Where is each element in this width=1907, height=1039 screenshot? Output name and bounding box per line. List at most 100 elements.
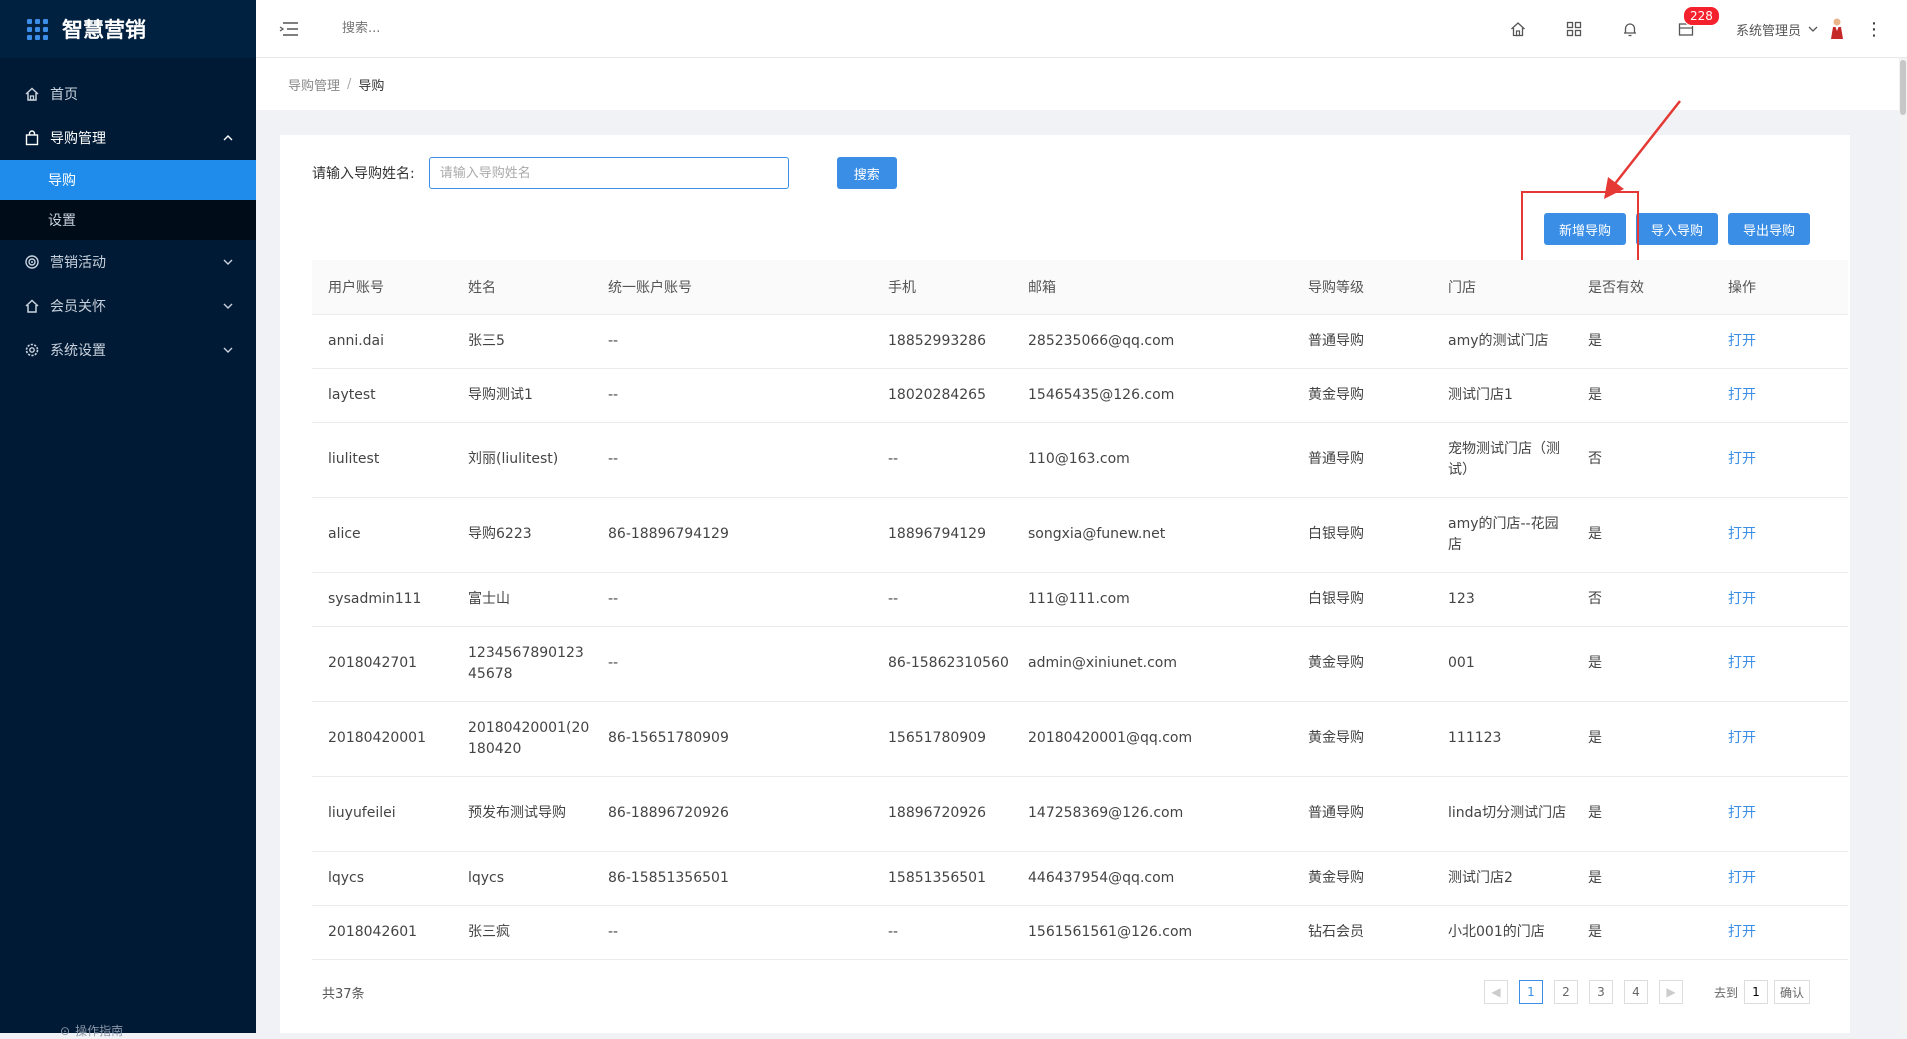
cell-account: 20180420001 bbox=[312, 701, 452, 777]
prev-page-icon[interactable]: ◀ bbox=[1483, 980, 1508, 1004]
cell-name: 刘丽(liulitest) bbox=[452, 422, 592, 498]
cell-level: 白银导购 bbox=[1292, 497, 1432, 573]
cell-unified: -- bbox=[592, 626, 872, 702]
operation-guide-link[interactable]: ⊙ 操作指南 bbox=[60, 1022, 123, 1039]
sidebar-item-member-care[interactable]: 会员关怀 bbox=[0, 284, 256, 328]
export-guide-button[interactable]: 导出导购 bbox=[1727, 213, 1810, 245]
page-scrollbar[interactable] bbox=[1899, 58, 1907, 1033]
sidebar-item-label: 会员关怀 bbox=[50, 299, 106, 315]
apps-grid-icon[interactable] bbox=[1565, 20, 1583, 38]
chevron-up-icon bbox=[222, 132, 234, 144]
user-menu[interactable]: 系统管理员 bbox=[1736, 17, 1845, 41]
page-button[interactable]: 3 bbox=[1588, 980, 1613, 1004]
action-buttons: 新增导购 导入导购 导出导购 bbox=[1534, 213, 1810, 245]
page-button[interactable]: 4 bbox=[1623, 980, 1648, 1004]
scrollbar-thumb[interactable] bbox=[1900, 60, 1906, 115]
sidebar-item-marketing[interactable]: 营销活动 bbox=[0, 240, 256, 284]
submenu-item-settings[interactable]: 设置 bbox=[0, 200, 256, 240]
more-vertical-icon[interactable]: ⋮ bbox=[1865, 19, 1883, 40]
cell-account: liuyufeilei bbox=[312, 776, 452, 852]
table-row: lqycs lqycs 86-15851356501 15851356501 4… bbox=[312, 851, 1848, 906]
column-header: 姓名 bbox=[452, 260, 592, 315]
cell-account: alice bbox=[312, 497, 452, 573]
open-link[interactable]: 打开 bbox=[1728, 387, 1756, 403]
header-search-input[interactable] bbox=[340, 20, 640, 37]
chevron-down-icon bbox=[222, 344, 234, 356]
cell-valid: 是 bbox=[1572, 776, 1712, 852]
name-search-input[interactable] bbox=[428, 157, 789, 189]
next-page-icon[interactable]: ▶ bbox=[1658, 980, 1683, 1004]
cell-phone: 86-15862310560 bbox=[872, 626, 1012, 702]
cell-name: 20180420001(20180420 bbox=[452, 701, 592, 777]
open-link[interactable]: 打开 bbox=[1728, 591, 1756, 607]
cell-phone: -- bbox=[872, 422, 1012, 498]
sidebar-item-system-settings[interactable]: 系统设置 bbox=[0, 328, 256, 372]
cell-email: 111@111.com bbox=[1012, 572, 1292, 627]
annotation-arrow-icon bbox=[1604, 100, 1681, 199]
open-link[interactable]: 打开 bbox=[1728, 870, 1756, 886]
sidebar-item-label: 首页 bbox=[50, 87, 78, 103]
menu-fold-icon[interactable] bbox=[278, 21, 300, 37]
open-link[interactable]: 打开 bbox=[1728, 451, 1756, 467]
cell-valid: 是 bbox=[1572, 314, 1712, 369]
cell-valid: 是 bbox=[1572, 905, 1712, 960]
sidebar-item-label: 营销活动 bbox=[50, 255, 106, 271]
user-name: 系统管理员 bbox=[1735, 23, 1801, 39]
sidebar-item-home[interactable]: 首页 bbox=[0, 72, 256, 116]
message-icon[interactable]: 228 bbox=[1677, 6, 1720, 38]
sidebar: 智慧营销 首页 导购管理 导购 设置 营销活动 会员关怀 系统设置 ⊙ 操作指南 bbox=[0, 0, 256, 1038]
submenu-item-guide[interactable]: 导购 bbox=[0, 160, 256, 200]
cell-valid: 是 bbox=[1572, 626, 1712, 702]
top-header: 228 系统管理员 ⋮ bbox=[256, 0, 1907, 58]
sidebar-nav: 首页 导购管理 导购 设置 营销活动 会员关怀 系统设置 bbox=[0, 72, 256, 372]
bag-icon bbox=[24, 130, 40, 146]
grid-logo-icon bbox=[27, 18, 48, 40]
house-icon bbox=[24, 298, 40, 314]
app-logo[interactable]: 智慧营销 bbox=[0, 0, 256, 58]
column-header: 操作 bbox=[1712, 260, 1848, 315]
open-link[interactable]: 打开 bbox=[1728, 655, 1756, 671]
cell-account: anni.dai bbox=[312, 314, 452, 369]
search-button[interactable]: 搜索 bbox=[836, 157, 897, 189]
sidebar-item-guide-management[interactable]: 导购管理 bbox=[0, 116, 256, 160]
table-row: 2018042601 张三疯 -- -- 1561561561@126.com … bbox=[312, 905, 1848, 960]
goto-page-input[interactable] bbox=[1743, 980, 1768, 1004]
cell-phone: 18020284265 bbox=[872, 368, 1012, 423]
cell-email: songxia@funew.net bbox=[1012, 497, 1292, 573]
cell-phone: 15851356501 bbox=[872, 851, 1012, 906]
import-guide-button[interactable]: 导入导购 bbox=[1635, 213, 1718, 245]
bell-icon[interactable] bbox=[1621, 20, 1639, 38]
table-row: alice 导购6223 86-18896794129 18896794129 … bbox=[312, 497, 1848, 573]
cell-store: 测试门店1 bbox=[1432, 368, 1572, 423]
open-link[interactable]: 打开 bbox=[1728, 526, 1756, 542]
page-button[interactable]: 2 bbox=[1553, 980, 1578, 1004]
table-header-row: 用户账号 姓名 统一账户账号 手机 邮箱 导购等级 门店 是否有效 操作 bbox=[312, 260, 1848, 315]
cell-phone: 18896720926 bbox=[872, 776, 1012, 852]
sidebar-item-label: 系统设置 bbox=[50, 343, 106, 359]
cell-level: 普通导购 bbox=[1292, 314, 1432, 369]
chevron-down-icon bbox=[1807, 23, 1819, 35]
open-link[interactable]: 打开 bbox=[1728, 730, 1756, 746]
cell-phone: -- bbox=[872, 905, 1012, 960]
cell-valid: 是 bbox=[1572, 701, 1712, 777]
cell-unified: -- bbox=[592, 422, 872, 498]
open-link[interactable]: 打开 bbox=[1728, 924, 1756, 940]
target-icon bbox=[24, 254, 40, 270]
cell-unified: -- bbox=[592, 905, 872, 960]
cell-store: 123 bbox=[1432, 572, 1572, 627]
cell-store: 宠物测试门店（测试） bbox=[1432, 422, 1572, 498]
breadcrumb-parent[interactable]: 导购管理 bbox=[288, 75, 340, 94]
cell-name: 导购测试1 bbox=[452, 368, 592, 423]
add-guide-button[interactable]: 新增导购 bbox=[1543, 213, 1626, 245]
guide-submenu: 导购 设置 bbox=[0, 160, 256, 240]
open-link[interactable]: 打开 bbox=[1728, 333, 1756, 349]
home-icon[interactable] bbox=[1509, 20, 1527, 38]
cell-store: amy的测试门店 bbox=[1432, 314, 1572, 369]
page-button[interactable]: 1 bbox=[1518, 980, 1543, 1004]
cell-unified: 86-15651780909 bbox=[592, 701, 872, 777]
cell-level: 普通导购 bbox=[1292, 776, 1432, 852]
goto-confirm-button[interactable]: 确认 bbox=[1773, 980, 1810, 1004]
table-row: anni.dai 张三5 -- 18852993286 285235066@qq… bbox=[312, 314, 1848, 369]
header-actions: 228 系统管理员 ⋮ bbox=[1490, 0, 1883, 58]
open-link[interactable]: 打开 bbox=[1728, 805, 1756, 821]
